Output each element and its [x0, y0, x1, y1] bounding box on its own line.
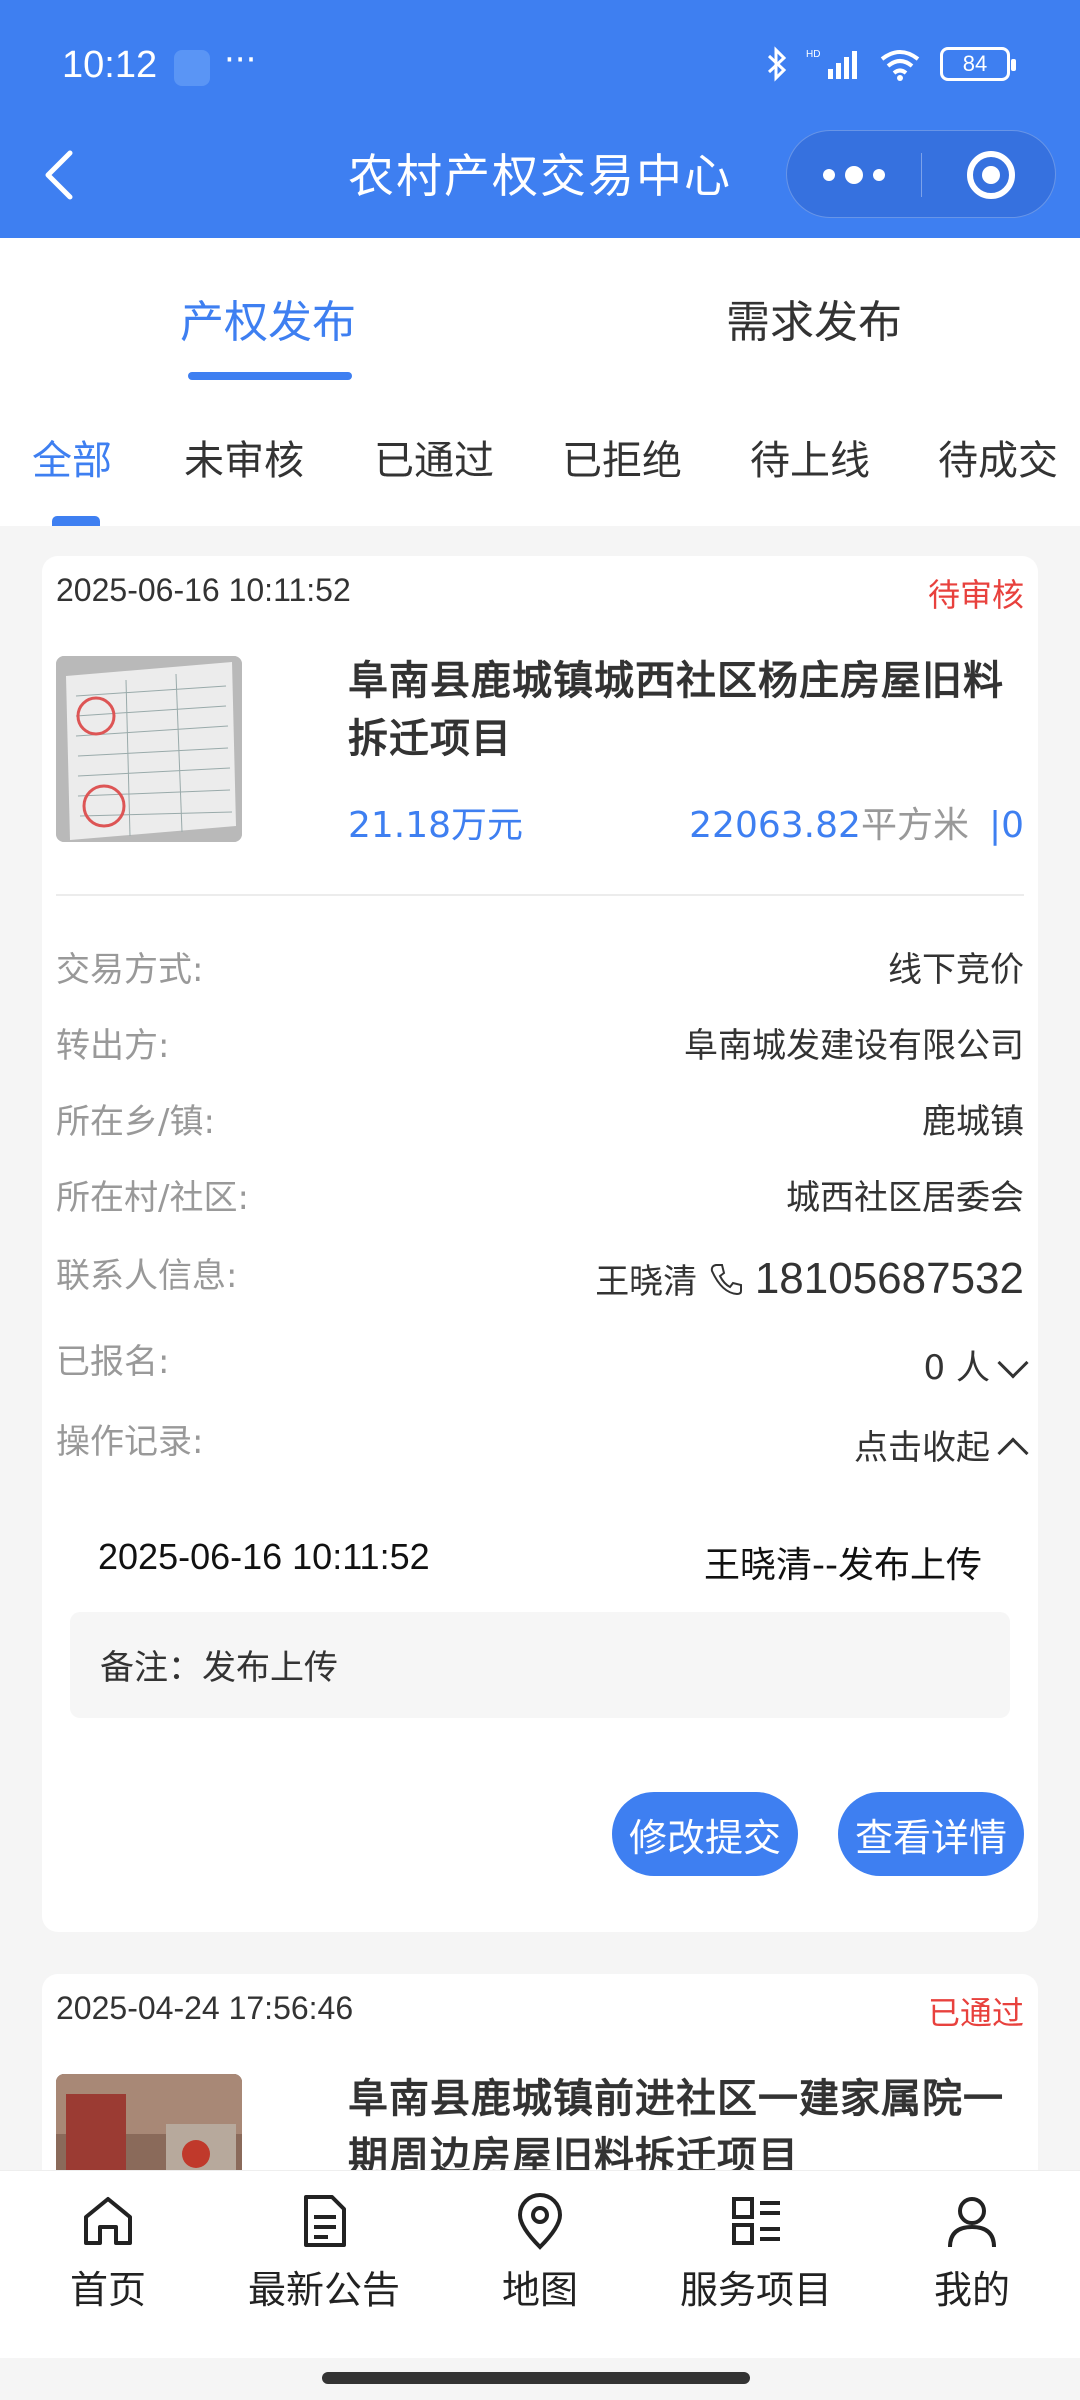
listing-thumbnail[interactable]: [56, 656, 242, 842]
close-miniprogram-button[interactable]: [967, 151, 1015, 199]
app-header: 10:12 ··· HD 84 农村产权交易中心: [0, 0, 1080, 238]
status-badge: 待审核: [927, 576, 1024, 614]
listing-date: 2025-06-16 10:11:52: [56, 572, 351, 608]
active-tab-indicator: [188, 372, 352, 380]
home-icon: [84, 2197, 132, 2245]
chevron-down-icon: [997, 1346, 1029, 1379]
filter-unreviewed[interactable]: 未审核: [184, 428, 304, 486]
detail-row-registered: 已报名: 0 人: [56, 1334, 1029, 1394]
status-more-dots: ···: [224, 40, 257, 80]
detail-label: 所在乡/镇:: [56, 1102, 215, 1142]
main-tabs: 产权发布 需求发布: [0, 238, 1080, 388]
filter-approved[interactable]: 已通过: [374, 428, 494, 486]
listing-title[interactable]: 阜南县鹿城镇前进社区一建家属院一期周边房屋旧料拆迁项目: [348, 2070, 1028, 2186]
detail-label: 转出方:: [56, 1026, 170, 1066]
tab-label: 服务项目: [679, 2268, 832, 2312]
tab-demand-release[interactable]: 需求发布: [726, 286, 902, 350]
registered-toggle[interactable]: 0 人: [923, 1340, 1029, 1389]
phone-icon[interactable]: [708, 1261, 744, 1297]
detail-label: 交易方式:: [56, 950, 204, 990]
user-icon: [948, 2197, 996, 2248]
status-indicators: HD 84: [766, 46, 1016, 82]
detail-row-contact: 联系人信息: 王晓清 18105687532: [56, 1248, 1024, 1318]
detail-value: 线下竞价: [888, 950, 1024, 990]
listing-title[interactable]: 阜南县鹿城镇城西社区杨庄房屋旧料拆迁项目: [348, 652, 1028, 768]
view-count: |0: [988, 805, 1024, 846]
battery-level: 84: [962, 51, 988, 76]
detail-row-town: 所在乡/镇: 鹿城镇: [56, 1094, 1024, 1154]
status-filter-tabs: 全部 未审核 已通过 已拒绝 待上线 待成交: [0, 388, 1080, 526]
detail-label: 所在村/社区:: [56, 1178, 249, 1218]
tab-label: 最新公告: [247, 2268, 400, 2312]
tab-map[interactable]: 地图: [440, 2191, 640, 2314]
contact-phone[interactable]: 18105687532: [755, 1254, 1024, 1303]
log-remark: 备注：发布上传: [70, 1612, 1010, 1718]
home-indicator[interactable]: [322, 2372, 750, 2384]
area-value: 22063.82: [689, 805, 861, 846]
tab-label: 我的: [933, 2268, 1010, 2312]
log-collapse-toggle[interactable]: 点击收起: [854, 1420, 1029, 1469]
filter-rejected[interactable]: 已拒绝: [562, 428, 682, 486]
card-divider: [56, 894, 1024, 896]
document-photo-image: [56, 656, 242, 842]
tab-services[interactable]: 服务项目: [656, 2191, 856, 2314]
registered-count: 0 人: [923, 1348, 990, 1388]
tab-home[interactable]: 首页: [8, 2191, 208, 2314]
tab-label: 地图: [501, 2268, 578, 2312]
contact-info[interactable]: 王晓清 18105687532: [595, 1254, 1024, 1304]
status-bar: 10:12 ··· HD 84: [0, 0, 1080, 130]
listing-date: 2025-04-24 17:56:46: [56, 1990, 354, 2026]
detail-value: 城西社区居委会: [786, 1178, 1024, 1218]
status-time: 10:12: [62, 44, 158, 86]
more-menu-button[interactable]: [787, 131, 921, 219]
grid-list-icon: [732, 2197, 780, 2245]
detail-row-transferor: 转出方: 阜南城发建设有限公司: [56, 1018, 1024, 1078]
status-badge: 已通过: [927, 1994, 1024, 2032]
edit-submit-button[interactable]: 修改提交: [612, 1792, 798, 1876]
detail-row-village: 所在村/社区: 城西社区居委会: [56, 1170, 1024, 1230]
area-unit: 平方米: [860, 805, 969, 846]
tab-label: 首页: [69, 2268, 146, 2312]
listing-price: 21.18万元: [348, 805, 524, 846]
listing-card[interactable]: 2025-06-16 10:11:52 待审核 阜南县鹿城镇城西社区杨庄房屋旧料…: [42, 556, 1038, 1932]
filter-all[interactable]: 全部: [32, 428, 112, 486]
log-entry-date: 2025-06-16 10:11:52: [98, 1536, 430, 1577]
signal-icon: HD: [806, 49, 857, 79]
document-icon: [304, 2195, 346, 2247]
detail-label: 操作记录:: [56, 1422, 204, 1462]
map-pin-icon: [517, 2193, 563, 2250]
tab-mine[interactable]: 我的: [872, 2191, 1072, 2314]
detail-value: 鹿城镇: [922, 1102, 1024, 1142]
detail-row-trade-method: 交易方式: 线下竞价: [56, 942, 1024, 1002]
view-count-value: 0: [1001, 805, 1024, 846]
chevron-up-icon: [997, 1436, 1029, 1469]
bottom-tab-bar: 首页 最新公告 地图 服务项目 我的: [0, 2170, 1080, 2358]
bluetooth-icon: [767, 46, 787, 82]
contact-name: 王晓清: [595, 1262, 698, 1302]
active-filter-indicator: [52, 516, 100, 526]
notification-app-icon: [174, 50, 210, 86]
view-details-button[interactable]: 查看详情: [838, 1792, 1024, 1876]
miniprogram-capsule: [786, 130, 1056, 218]
log-entry-action: 王晓清--发布上传: [704, 1545, 982, 1586]
wifi-icon: [880, 50, 920, 81]
svg-text:HD: HD: [806, 49, 820, 60]
filter-pending-online[interactable]: 待上线: [750, 428, 870, 486]
detail-row-log: 操作记录: 点击收起: [56, 1414, 1029, 1474]
filter-pending-deal[interactable]: 待成交: [938, 428, 1058, 486]
detail-value: 阜南城发建设有限公司: [684, 1026, 1024, 1066]
tab-announcements[interactable]: 最新公告: [224, 2191, 424, 2314]
battery-icon: 84: [940, 47, 1016, 81]
capsule-divider: [921, 153, 922, 197]
listing-area: 22063.82平方米 |0: [689, 796, 1024, 848]
detail-label: 联系人信息:: [56, 1256, 238, 1296]
tab-property-release[interactable]: 产权发布: [180, 286, 356, 350]
detail-label: 已报名:: [56, 1342, 170, 1382]
log-toggle-label: 点击收起: [854, 1428, 990, 1468]
